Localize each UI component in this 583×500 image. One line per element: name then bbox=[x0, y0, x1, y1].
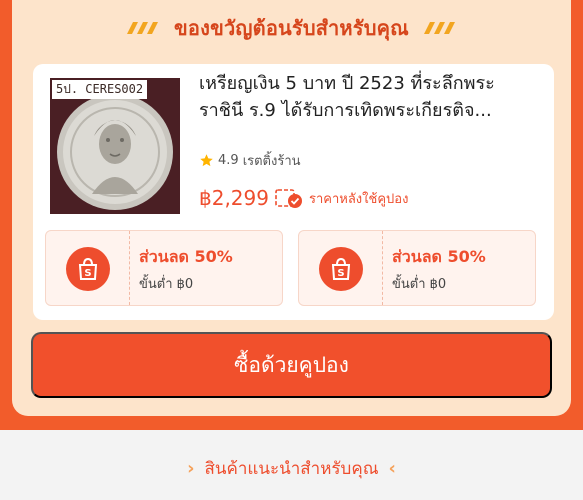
buy-with-coupon-button[interactable]: ซื้อด้วยคูปอง bbox=[31, 332, 552, 398]
coin-handwritten-label: 5ป. CERES002 bbox=[52, 80, 148, 99]
coupon-min-spend: ขั้นต่ำ ฿0 bbox=[392, 277, 447, 292]
welcome-header: ของขวัญต้อนรับสำหรับคุณ bbox=[0, 12, 583, 44]
double-chevron-decoration-right-icon bbox=[423, 22, 455, 34]
double-chevron-decoration-left-icon bbox=[127, 22, 159, 34]
header-title: ของขวัญต้อนรับสำหรับคุณ bbox=[174, 16, 409, 40]
product-title-line-2: ราชินี ร.9 ได้รับการเทิดพระเกียรติจ... bbox=[199, 100, 492, 121]
chevron-left-icon: ‹ bbox=[388, 457, 396, 479]
recommended-products-header[interactable]: › สินค้าแนะนำสำหรับคุณ ‹ bbox=[0, 440, 583, 496]
price: ฿2,299 bbox=[199, 186, 269, 210]
rating-label: เรตติ้งร้าน bbox=[242, 154, 301, 169]
coupon-card[interactable]: S ส่วนลด 50% ขั้นต่ำ ฿0 bbox=[298, 230, 536, 306]
recommended-products-label: สินค้าแนะนำสำหรับคุณ bbox=[204, 458, 379, 479]
product-title[interactable]: เหรียญเงิน 5 บาท ปี 2523 ที่ระลึกพระ ราช… bbox=[199, 70, 539, 124]
product-card[interactable]: 5ป. CERES002 เหรียญเงิน 5 บาท ปี 2523 ที… bbox=[33, 64, 554, 320]
shopee-bag-icon: S bbox=[66, 247, 110, 291]
svg-text:S: S bbox=[84, 268, 91, 279]
price-row: ฿2,299 ราคาหลังใช้คูปอง bbox=[199, 186, 408, 210]
coupon-card[interactable]: S ส่วนลด 50% ขั้นต่ำ ฿0 bbox=[45, 230, 283, 306]
price-note: ราคาหลังใช้คูปอง bbox=[308, 191, 409, 207]
product-title-line-1: เหรียญเงิน 5 บาท ปี 2523 ที่ระลึกพระ bbox=[199, 73, 495, 94]
coupon-check-icon bbox=[275, 189, 302, 208]
svg-text:S: S bbox=[337, 268, 344, 279]
coupon-discount: ส่วนลด 50% bbox=[139, 247, 233, 266]
product-image[interactable]: 5ป. CERES002 bbox=[50, 78, 180, 214]
shop-rating: 4.9 เรตติ้งร้าน bbox=[199, 150, 301, 171]
coupon-min-spend: ขั้นต่ำ ฿0 bbox=[139, 277, 194, 292]
chevron-right-icon: › bbox=[187, 457, 195, 479]
rating-value: 4.9 bbox=[218, 153, 239, 168]
coupon-discount: ส่วนลด 50% bbox=[392, 247, 486, 266]
star-icon bbox=[200, 154, 213, 167]
shopee-bag-icon: S bbox=[319, 247, 363, 291]
